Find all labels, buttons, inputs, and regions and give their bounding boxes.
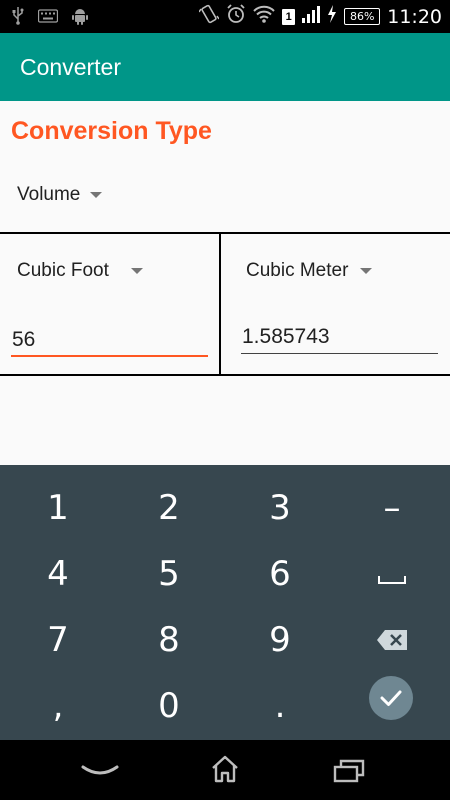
dropdown-arrow-icon bbox=[130, 268, 143, 274]
key-9[interactable]: 9 bbox=[224, 607, 336, 673]
key-space[interactable] bbox=[336, 541, 448, 607]
keyboard-icon bbox=[37, 9, 59, 28]
key-2[interactable]: 2 bbox=[113, 475, 225, 541]
conversion-type-dropdown[interactable]: Volume bbox=[17, 184, 103, 206]
key-minus[interactable]: – bbox=[336, 475, 448, 541]
key-3[interactable]: 3 bbox=[224, 475, 336, 541]
wifi-icon bbox=[253, 5, 275, 28]
status-bar-system: 1 86% 11:20 bbox=[198, 4, 442, 29]
status-time: 11:20 bbox=[387, 5, 442, 28]
hide-keyboard-icon[interactable] bbox=[80, 762, 120, 780]
key-0[interactable]: 0 bbox=[113, 673, 225, 739]
to-value-field[interactable]: 1.585743 bbox=[242, 325, 330, 349]
battery-level: 86% bbox=[344, 8, 381, 25]
status-bar-notifications bbox=[12, 7, 88, 30]
key-8[interactable]: 8 bbox=[113, 607, 225, 673]
key-7[interactable]: 7 bbox=[2, 607, 114, 673]
key-backspace[interactable] bbox=[336, 607, 448, 673]
key-done[interactable] bbox=[369, 676, 413, 720]
alarm-icon bbox=[226, 4, 246, 29]
done-icon bbox=[380, 690, 402, 706]
from-unit-value: Cubic Foot bbox=[17, 260, 109, 281]
from-unit-dropdown[interactable]: Cubic Foot bbox=[17, 260, 143, 282]
app-bar: Converter bbox=[0, 33, 450, 101]
key-period[interactable]: . bbox=[224, 673, 336, 739]
dropdown-arrow-icon bbox=[90, 192, 103, 198]
key-5[interactable]: 5 bbox=[113, 541, 225, 607]
recent-apps-icon[interactable] bbox=[333, 758, 365, 784]
key-comma[interactable]: , bbox=[2, 673, 114, 739]
charging-icon bbox=[327, 5, 337, 28]
from-value-underline bbox=[11, 355, 208, 357]
android-icon bbox=[72, 7, 88, 30]
key-6[interactable]: 6 bbox=[224, 541, 336, 607]
numeric-keypad: 1 2 3 – 4 5 6 7 8 9 , 0 . bbox=[0, 465, 450, 740]
from-value-input[interactable]: 56 bbox=[12, 328, 35, 352]
to-unit-panel bbox=[221, 232, 450, 376]
to-unit-value: Cubic Meter bbox=[246, 260, 349, 281]
sim-icon: 1 bbox=[282, 8, 296, 25]
conversion-type-heading: Conversion Type bbox=[11, 117, 212, 145]
home-icon[interactable] bbox=[210, 754, 240, 784]
conversion-type-value: Volume bbox=[17, 184, 81, 205]
key-4[interactable]: 4 bbox=[2, 541, 114, 607]
to-value-underline bbox=[241, 353, 438, 354]
app-title: Converter bbox=[20, 54, 121, 80]
status-bar: 1 86% 11:20 bbox=[0, 0, 450, 33]
signal-icon bbox=[302, 5, 321, 28]
usb-icon bbox=[12, 7, 24, 30]
dropdown-arrow-icon bbox=[360, 268, 373, 274]
space-icon bbox=[378, 576, 406, 584]
vibrate-icon bbox=[198, 4, 220, 29]
key-1[interactable]: 1 bbox=[2, 475, 114, 541]
backspace-icon bbox=[377, 630, 407, 650]
to-unit-dropdown[interactable]: Cubic Meter bbox=[246, 260, 373, 282]
navigation-bar bbox=[0, 740, 450, 800]
